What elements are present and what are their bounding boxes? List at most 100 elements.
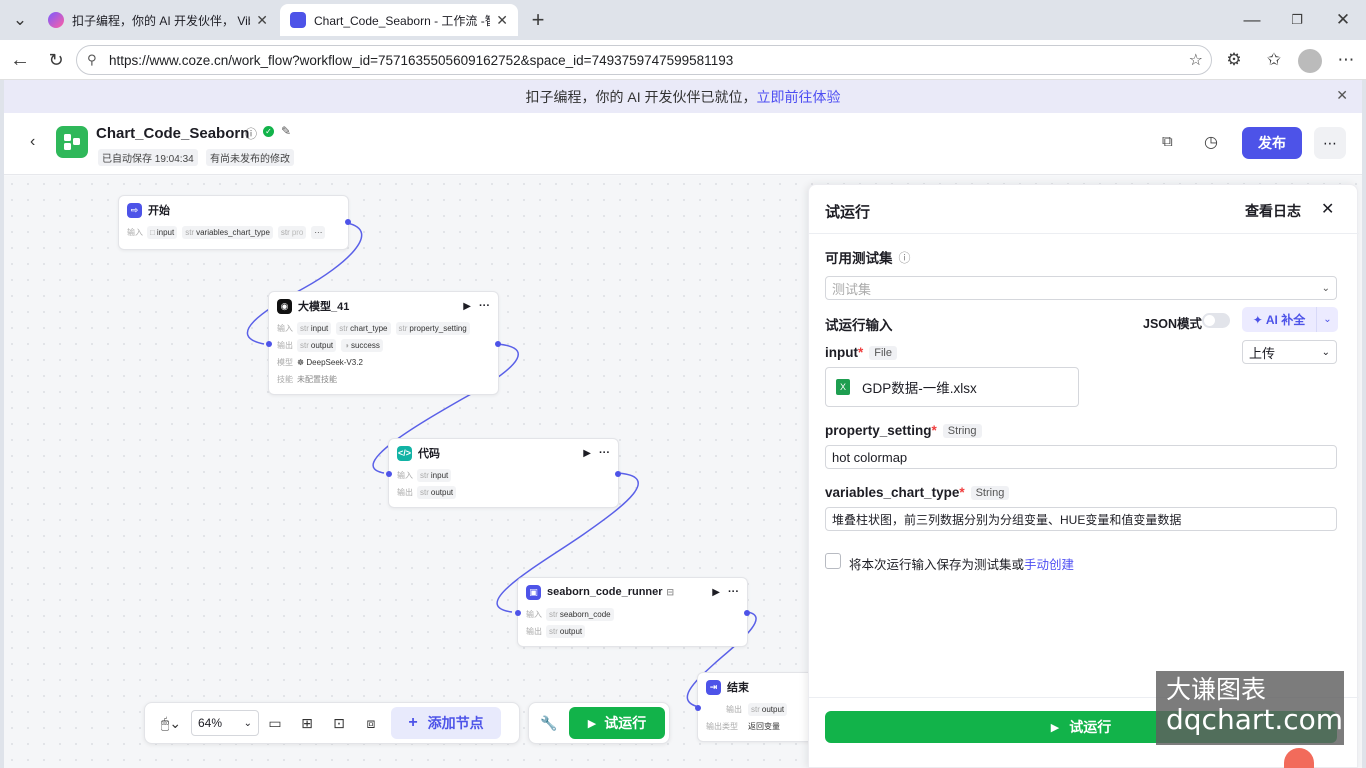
run-node-icon[interactable]: ▶	[583, 448, 591, 459]
image-icon[interactable]: ⊡	[326, 710, 352, 736]
back-icon[interactable]: ←	[6, 46, 34, 74]
browser-tab-workflow[interactable]: Chart_Code_Seaborn - 工作流 -智能 ✕	[280, 4, 518, 36]
edit-icon[interactable]: ✎	[281, 124, 291, 138]
input-port[interactable]	[266, 341, 272, 347]
llm-node-icon: ◉	[277, 298, 292, 314]
ai-fill-button[interactable]: ✦ AI 补全	[1242, 307, 1316, 332]
input-label: 输入	[127, 228, 143, 237]
run-node-icon[interactable]: ▶	[712, 587, 720, 598]
close-panel-icon[interactable]: ✕	[1321, 199, 1334, 219]
property-setting-input[interactable]: hot colormap	[825, 445, 1337, 469]
copy-icon[interactable]: ⧉	[1162, 133, 1173, 150]
close-window-icon[interactable]: ✕	[1329, 6, 1357, 34]
file-card[interactable]: X GDP数据-一维.xlsx	[825, 367, 1079, 407]
excel-file-icon: X	[836, 379, 850, 395]
minimize-icon[interactable]: —	[1238, 6, 1266, 34]
node-title: 开始	[148, 205, 170, 217]
input-port[interactable]	[386, 471, 392, 477]
node-title: seaborn_code_runner	[547, 586, 663, 598]
banner-text: 扣子编程，你的 AI 开发伙伴已就位，	[525, 88, 757, 105]
new-tab-button[interactable]: +	[524, 6, 552, 34]
ai-fill-dropdown[interactable]: ⌄	[1316, 307, 1338, 332]
var-chip: str variables_chart_type	[182, 226, 273, 239]
canvas-toolbar: 🖱⌄ 64% ⌄ ▭ ⊞ ⊡ ⧈ + 添加节点	[144, 702, 520, 744]
divider	[809, 233, 1359, 234]
extensions-icon[interactable]: ⚙	[1220, 46, 1248, 74]
favorite-star-icon[interactable]: ☆	[1189, 50, 1203, 70]
promo-banner: 扣子编程，你的 AI 开发伙伴已就位， 立即前往体验 ✕	[4, 80, 1362, 113]
run-input-label: 试运行输入	[825, 318, 893, 333]
close-tab-icon[interactable]: ✕	[256, 12, 268, 29]
type-tag: File	[869, 345, 897, 360]
output-port[interactable]	[744, 610, 750, 616]
view-logs-link[interactable]: 查看日志	[1245, 201, 1301, 221]
minimap-icon[interactable]: ⧈	[358, 710, 384, 736]
more-options-icon[interactable]: ⋯	[1314, 127, 1346, 159]
type-tag: String	[970, 485, 1010, 500]
info-icon[interactable]: ⓘ	[245, 125, 257, 142]
code-node-icon: </>	[397, 445, 412, 461]
url-input[interactable]: ⚲ https://www.coze.cn/work_flow?workflow…	[76, 45, 1212, 75]
var-chip: str pro	[277, 226, 307, 239]
input-port[interactable]	[695, 705, 701, 711]
site-info-icon[interactable]: ⚲	[87, 52, 97, 68]
file-name: GDP数据-一维.xlsx	[862, 381, 977, 396]
input-port[interactable]	[515, 610, 521, 616]
testset-select[interactable]: 测试集 ⌄	[825, 276, 1337, 300]
output-port[interactable]	[495, 341, 501, 347]
mouse-mode-icon[interactable]: 🖱⌄	[154, 710, 188, 736]
save-testset-checkbox[interactable]	[825, 553, 841, 569]
coze-favicon-icon	[48, 12, 64, 28]
comment-icon[interactable]: ▭	[262, 710, 288, 736]
url-text: https://www.coze.cn/work_flow?workflow_i…	[109, 52, 734, 68]
output-port[interactable]	[615, 471, 621, 477]
favorites-icon[interactable]: ✩	[1260, 46, 1288, 74]
app-page: 扣子编程，你的 AI 开发伙伴已就位， 立即前往体验 ✕ ‹ Chart_Cod…	[4, 80, 1362, 768]
banner-close-icon[interactable]: ✕	[1336, 87, 1348, 104]
reload-icon[interactable]: ↻	[42, 46, 70, 74]
node-more-icon[interactable]: ···	[479, 300, 490, 312]
panel-title: 试运行	[825, 204, 871, 221]
node-seaborn-runner[interactable]: ▣ seaborn_code_runner ⊟ ▶ ··· 输入 str seaborn…	[515, 577, 750, 647]
add-node-button[interactable]: + 添加节点	[391, 707, 501, 739]
browser-tab-bar: ⌄ 扣子编程，你的 AI 开发伙伴， Vib ✕ Chart_Code_Seab…	[0, 0, 1366, 40]
browser-menu-icon[interactable]: ⋯	[1332, 46, 1360, 74]
manual-create-link[interactable]: 手动创建	[1024, 558, 1074, 572]
type-tag: String	[942, 423, 982, 438]
tab-list-icon[interactable]: ⌄	[6, 6, 34, 34]
publish-button[interactable]: 发布	[1242, 127, 1302, 159]
browser-tab-coze[interactable]: 扣子编程，你的 AI 开发伙伴， Vib ✕	[38, 4, 278, 36]
close-tab-icon[interactable]: ✕	[496, 12, 508, 29]
node-title: 代码	[418, 448, 440, 460]
upload-mode-select[interactable]: 上传 ⌄	[1242, 340, 1337, 364]
info-icon[interactable]: ⓘ	[899, 249, 911, 266]
node-more-icon[interactable]: ···	[728, 586, 739, 598]
node-code[interactable]: </> 代码 ▶ ··· 输入 str input 输出 str output	[386, 438, 621, 508]
field-name: property_setting	[825, 423, 932, 438]
layout-icon[interactable]: ⊞	[294, 710, 320, 736]
model-name: ☸ DeepSeek-V3.2	[297, 358, 363, 367]
run-node-icon[interactable]: ▶	[463, 301, 471, 312]
var-chip: □ input	[147, 226, 178, 239]
profile-avatar[interactable]	[1298, 49, 1322, 73]
node-more-icon[interactable]: ···	[599, 447, 610, 459]
toolbar-run-button[interactable]: ▶ 试运行	[569, 707, 665, 739]
node-start[interactable]: ⇨ 开始 输入 □ input str variables_chart_type st…	[118, 195, 351, 250]
history-icon[interactable]: ◷	[1204, 132, 1218, 152]
json-mode-toggle[interactable]	[1202, 313, 1230, 328]
field-name: variables_chart_type	[825, 485, 960, 500]
restore-icon[interactable]: ❐	[1283, 6, 1311, 34]
skill-status: 未配置技能	[297, 375, 337, 384]
save-testset-label: 将本次运行输入保存为测试集或手动创建	[849, 558, 1075, 572]
debug-icon[interactable]: 🔧	[536, 710, 562, 736]
zoom-select[interactable]: 64% ⌄	[191, 710, 259, 736]
tab-title: 扣子编程，你的 AI 开发伙伴， Vib	[72, 13, 251, 28]
more-vars-chip[interactable]: ···	[311, 226, 326, 239]
ai-fill-group: ✦ AI 补全 ⌄	[1242, 307, 1338, 332]
back-arrow-icon[interactable]: ‹	[30, 133, 35, 151]
chart-type-input[interactable]: 堆叠柱状图，前三列数据分别为分组变量、HUE变量和值变量数据	[825, 507, 1337, 531]
banner-link[interactable]: 立即前往体验	[757, 87, 841, 107]
tab-title: Chart_Code_Seaborn - 工作流 -智能	[314, 13, 491, 28]
output-port[interactable]	[345, 219, 351, 225]
node-llm[interactable]: ◉ 大模型_41 ▶ ··· 输入 str input str chart_type s…	[266, 291, 501, 395]
